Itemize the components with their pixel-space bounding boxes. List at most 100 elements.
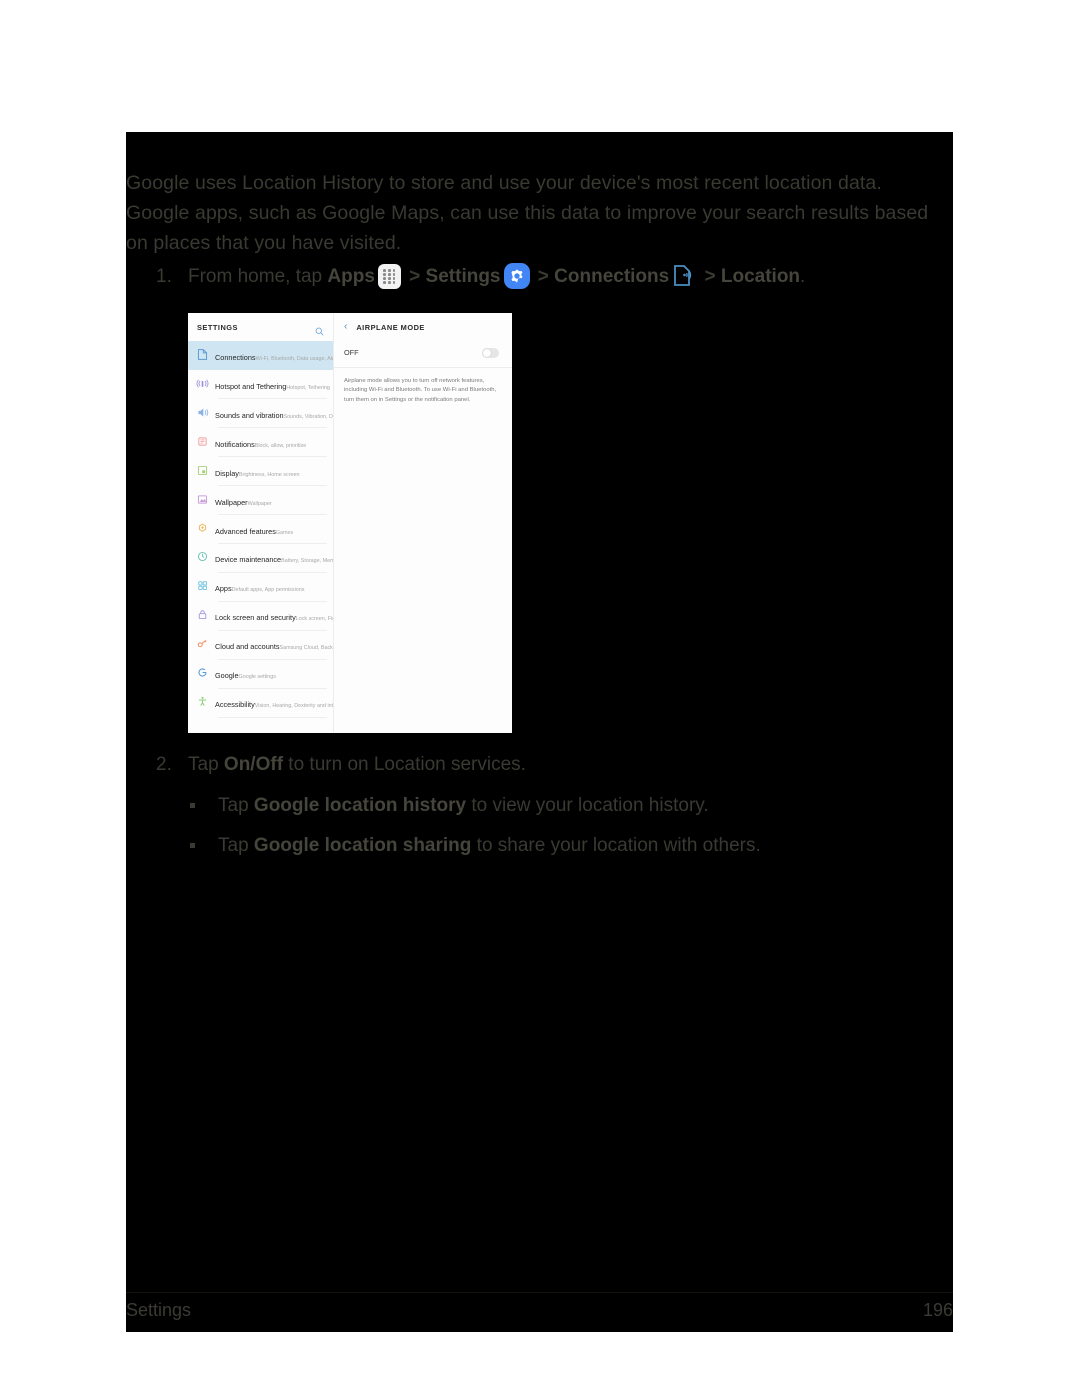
sidebar-item-label: Connections xyxy=(215,352,256,362)
sidebar-item-label: Device maintenance xyxy=(215,555,282,565)
airplane-mode-toggle[interactable] xyxy=(482,348,499,358)
notifications-icon xyxy=(195,434,210,449)
page-footer: Settings 196 xyxy=(126,1300,953,1321)
footer-section-label: Settings xyxy=(126,1300,192,1320)
sidebar-item-sounds-and-vibration[interactable]: Sounds and vibrationSounds, Vibration, D… xyxy=(188,399,333,428)
sidebar-item-sublabel: Lock screen, Fingerprints xyxy=(295,616,333,623)
step-1-number: 1. xyxy=(156,266,172,287)
lock-icon xyxy=(195,607,210,622)
airplane-mode-header: ‹ AIRPLANE MODE xyxy=(334,313,512,341)
sidebar-item-google[interactable]: GoogleGoogle settings xyxy=(188,660,333,689)
step-1: 1. From home, tap Apps > Settings > Conne… xyxy=(156,262,946,290)
airplane-mode-description: Airplane mode allows you to turn off net… xyxy=(344,377,497,403)
bullet-1-text-before: Tap xyxy=(218,795,254,816)
settings-left-panel: SETTINGS ConnectionsWi-Fi, Bluetooth, Da… xyxy=(188,313,334,733)
sidebar-item-sublabel: Sounds, Vibration, Do not disturb xyxy=(283,413,333,420)
connections-wifi-icon xyxy=(672,262,696,289)
intro-paragraph: Google uses Location History to store an… xyxy=(126,172,929,254)
step-1-separator-3: > xyxy=(699,266,721,287)
apps-icon xyxy=(195,578,210,593)
sidebar-item-sublabel: Wi-Fi, Bluetooth, Data usage, Airplane m… xyxy=(255,355,334,362)
sidebar-item-label: Google xyxy=(215,671,239,681)
sidebar-item-label: Display xyxy=(215,468,239,478)
sidebar-item-sublabel: Brightness, Home screen xyxy=(238,471,300,478)
footer-page-number: 196 xyxy=(922,1300,953,1320)
sidebar-item-label: Sounds and vibration xyxy=(215,410,284,420)
settings-label: Settings xyxy=(425,266,501,287)
sidebar-item-label: Lock screen and security xyxy=(215,613,296,623)
step-1-text-before: From home, tap xyxy=(188,266,328,287)
settings-right-panel: ‹ AIRPLANE MODE OFF Airplane mode allows… xyxy=(334,313,512,733)
sidebar-item-sublabel: Google settings xyxy=(238,674,276,681)
connections-icon xyxy=(195,347,210,362)
step-1-separator-1: > xyxy=(403,266,426,287)
sidebar-item-sublabel: Hotspot, Tethering xyxy=(286,384,330,391)
settings-item-list: ConnectionsWi-Fi, Bluetooth, Data usage,… xyxy=(188,341,333,718)
sidebar-item-label: Notifications xyxy=(215,439,255,449)
bullet-item-1: Tap Google location history to view your… xyxy=(190,793,930,819)
location-label: Location xyxy=(720,266,801,287)
sidebar-item-apps[interactable]: AppsDefault apps, App permissions xyxy=(188,573,333,602)
sidebar-item-sublabel: Block, allow, prioritize xyxy=(254,442,307,449)
divider xyxy=(218,716,327,718)
sidebar-item-display[interactable]: DisplayBrightness, Home screen xyxy=(188,457,333,486)
bullet-1-text-after: to view your location history. xyxy=(466,795,709,816)
step-1-period: . xyxy=(800,266,806,287)
cloud-accounts-icon xyxy=(195,636,210,651)
on-off-label: On/Off xyxy=(223,754,284,775)
gear-icon xyxy=(503,263,530,289)
toggle-knob xyxy=(482,348,491,357)
sidebar-item-label: Advanced features xyxy=(215,526,276,536)
back-chevron-icon[interactable]: ‹ xyxy=(344,322,347,332)
step-2: 2. Tap On/Off to turn on Location service… xyxy=(156,752,946,778)
search-icon[interactable] xyxy=(315,323,324,336)
bullet-square-icon xyxy=(190,803,195,808)
sidebar-item-label: Cloud and accounts xyxy=(215,642,280,652)
google-location-sharing-label: Google location sharing xyxy=(253,835,472,856)
hotspot-icon xyxy=(195,376,210,391)
apps-label: Apps xyxy=(327,266,375,287)
google-location-history-label: Google location history xyxy=(253,795,467,816)
sidebar-item-label: Apps xyxy=(215,584,232,594)
airplane-mode-title: AIRPLANE MODE xyxy=(356,322,425,332)
sidebar-item-label: Hotspot and Tethering xyxy=(215,381,287,391)
sidebar-item-wallpaper[interactable]: WallpaperWallpaper xyxy=(188,486,333,515)
sidebar-item-hotspot-and-tethering[interactable]: Hotspot and TetheringHotspot, Tethering xyxy=(188,370,333,399)
device-maintenance-icon xyxy=(195,549,210,564)
sidebar-item-connections[interactable]: ConnectionsWi-Fi, Bluetooth, Data usage,… xyxy=(188,341,333,370)
apps-grid-icon xyxy=(377,264,401,289)
airplane-mode-toggle-row[interactable]: OFF xyxy=(334,341,512,368)
sidebar-item-cloud-and-accounts[interactable]: Cloud and accountsSamsung Cloud, Backup … xyxy=(188,631,333,660)
sidebar-item-lock-screen-and-security[interactable]: Lock screen and securityLock screen, Fin… xyxy=(188,602,333,631)
google-icon xyxy=(195,665,210,680)
sidebar-item-advanced-features[interactable]: Advanced featuresGames xyxy=(188,515,333,544)
display-icon xyxy=(195,463,210,478)
sidebar-item-notifications[interactable]: NotificationsBlock, allow, prioritize xyxy=(188,428,333,457)
sidebar-item-sublabel: Samsung Cloud, Backup and restore xyxy=(279,645,334,652)
footer-divider xyxy=(126,1292,953,1293)
step-2-text-before: Tap xyxy=(188,754,224,775)
manual-page: Google uses Location History to store an… xyxy=(126,132,953,1332)
wallpaper-icon xyxy=(195,492,210,507)
sidebar-item-label: Wallpaper xyxy=(215,497,248,507)
sidebar-item-sublabel: Games xyxy=(275,529,294,536)
sidebar-item-label: Accessibility xyxy=(215,700,255,710)
step-2-text-after: to turn on Location services. xyxy=(283,754,526,775)
step-2-number: 2. xyxy=(156,754,172,775)
sidebar-item-accessibility[interactable]: AccessibilityVision, Hearing, Dexterity … xyxy=(188,689,333,718)
sidebar-item-sublabel: Battery, Storage, Memory xyxy=(281,558,334,565)
settings-screenshot: SETTINGS ConnectionsWi-Fi, Bluetooth, Da… xyxy=(188,313,512,733)
sidebar-item-device-maintenance[interactable]: Device maintenanceBattery, Storage, Memo… xyxy=(188,544,333,573)
advanced-features-icon xyxy=(195,521,210,536)
sidebar-item-sublabel: Wallpaper xyxy=(247,500,272,507)
bullet-item-2: Tap Google location sharing to share you… xyxy=(190,833,930,859)
settings-title: SETTINGS xyxy=(197,322,238,332)
bullet-2-text-after: to share your location with others. xyxy=(471,835,761,856)
accessibility-icon xyxy=(195,694,210,709)
sound-icon xyxy=(195,405,210,420)
airplane-mode-state-label: OFF xyxy=(344,348,359,358)
connections-label: Connections xyxy=(554,266,670,287)
sidebar-item-sublabel: Vision, Hearing, Dexterity and interacti… xyxy=(254,703,334,710)
bullet-square-icon xyxy=(190,843,195,848)
sidebar-item-sublabel: Default apps, App permissions xyxy=(231,587,305,594)
